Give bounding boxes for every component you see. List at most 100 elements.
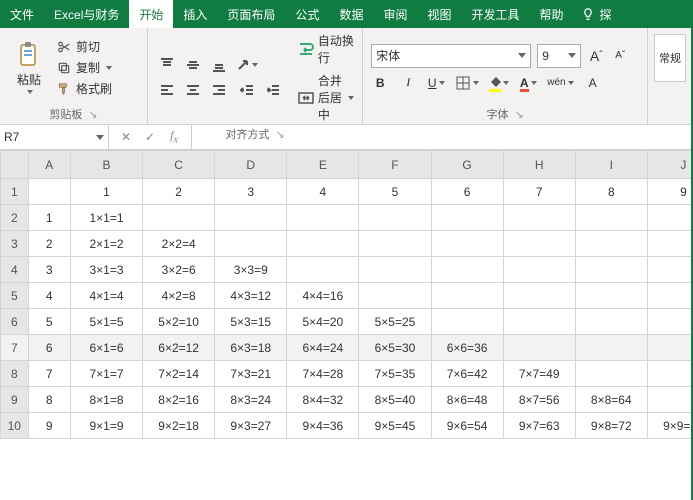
format-painter-button[interactable]: 格式刷 bbox=[56, 80, 112, 97]
col-header[interactable]: J bbox=[647, 151, 693, 179]
phonetic-button[interactable]: wén bbox=[547, 74, 573, 92]
cell[interactable]: 8 bbox=[28, 387, 70, 413]
col-header[interactable]: B bbox=[70, 151, 142, 179]
cell[interactable]: 7×3=21 bbox=[215, 361, 287, 387]
cell[interactable] bbox=[287, 205, 359, 231]
cell[interactable] bbox=[359, 283, 431, 309]
cell[interactable]: 3×1=3 bbox=[70, 257, 142, 283]
dialog-launcher-icon[interactable]: ↘ bbox=[88, 108, 97, 121]
menu-file[interactable]: 文件 bbox=[0, 0, 44, 28]
wrap-text-button[interactable]: 自动换行 bbox=[298, 32, 354, 66]
cell[interactable] bbox=[647, 335, 693, 361]
cell[interactable]: 5×5=25 bbox=[359, 309, 431, 335]
row-header[interactable]: 6 bbox=[1, 309, 29, 335]
cell[interactable]: 1×1=1 bbox=[70, 205, 142, 231]
col-header[interactable]: G bbox=[431, 151, 503, 179]
cell[interactable]: 6×3=18 bbox=[215, 335, 287, 361]
cell[interactable]: 1 bbox=[28, 205, 70, 231]
cell[interactable] bbox=[215, 231, 287, 257]
cell[interactable]: 8 bbox=[575, 179, 647, 205]
row-header[interactable]: 4 bbox=[1, 257, 29, 283]
font-size-combo[interactable]: 9 bbox=[537, 44, 581, 68]
menu-review[interactable]: 审阅 bbox=[373, 0, 417, 28]
align-bottom-button[interactable] bbox=[208, 54, 230, 76]
bold-button[interactable]: B bbox=[371, 74, 389, 92]
cell[interactable] bbox=[647, 231, 693, 257]
tell-me[interactable]: 探 bbox=[574, 0, 618, 28]
increase-indent-button[interactable] bbox=[262, 80, 284, 102]
cell[interactable]: 8×8=64 bbox=[575, 387, 647, 413]
row-header[interactable]: 1 bbox=[1, 179, 29, 205]
cell[interactable] bbox=[647, 283, 693, 309]
cell[interactable]: 9 bbox=[28, 413, 70, 439]
cell[interactable] bbox=[143, 205, 215, 231]
cell[interactable] bbox=[647, 361, 693, 387]
cell[interactable]: 7×4=28 bbox=[287, 361, 359, 387]
cell[interactable]: 5×4=20 bbox=[287, 309, 359, 335]
cell[interactable] bbox=[575, 231, 647, 257]
cell[interactable]: 8×4=32 bbox=[287, 387, 359, 413]
col-header[interactable]: F bbox=[359, 151, 431, 179]
paste-button[interactable]: 粘贴 bbox=[8, 41, 50, 94]
cell[interactable]: 3×2=6 bbox=[143, 257, 215, 283]
enter-formula-button[interactable]: ✓ bbox=[141, 130, 159, 144]
border-button[interactable] bbox=[455, 74, 479, 92]
cell[interactable]: 3 bbox=[215, 179, 287, 205]
menu-excel-finance[interactable]: Excel与财务 bbox=[44, 0, 129, 28]
cell[interactable] bbox=[575, 361, 647, 387]
cell[interactable] bbox=[359, 231, 431, 257]
cell[interactable]: 3×3=9 bbox=[215, 257, 287, 283]
font-name-combo[interactable]: 宋体 bbox=[371, 44, 531, 68]
cell[interactable]: 2×2=4 bbox=[143, 231, 215, 257]
menu-dev-tools[interactable]: 开发工具 bbox=[461, 0, 529, 28]
decrease-font-button[interactable]: Aˇ bbox=[611, 47, 629, 65]
menu-insert[interactable]: 插入 bbox=[173, 0, 217, 28]
col-header[interactable]: I bbox=[575, 151, 647, 179]
row-header[interactable]: 9 bbox=[1, 387, 29, 413]
menu-page-layout[interactable]: 页面布局 bbox=[217, 0, 285, 28]
menu-help[interactable]: 帮助 bbox=[530, 0, 574, 28]
cell[interactable]: 5×2=10 bbox=[143, 309, 215, 335]
align-center-button[interactable] bbox=[182, 80, 204, 102]
cell[interactable] bbox=[431, 231, 503, 257]
decrease-indent-button[interactable] bbox=[236, 80, 258, 102]
cell[interactable]: 9×7=63 bbox=[503, 413, 575, 439]
cell[interactable]: 7 bbox=[503, 179, 575, 205]
cell[interactable]: 4 bbox=[287, 179, 359, 205]
row-header[interactable]: 5 bbox=[1, 283, 29, 309]
cell[interactable]: 5 bbox=[28, 309, 70, 335]
name-box[interactable]: R7 bbox=[0, 125, 109, 149]
row-header[interactable]: 3 bbox=[1, 231, 29, 257]
italic-button[interactable]: I bbox=[399, 74, 417, 92]
cell[interactable]: 5 bbox=[359, 179, 431, 205]
align-middle-button[interactable] bbox=[182, 54, 204, 76]
cell[interactable]: 6×2=12 bbox=[143, 335, 215, 361]
cancel-formula-button[interactable]: ✕ bbox=[117, 130, 135, 144]
cell[interactable]: 7×7=49 bbox=[503, 361, 575, 387]
menu-view[interactable]: 视图 bbox=[417, 0, 461, 28]
col-header[interactable]: A bbox=[28, 151, 70, 179]
row-header[interactable]: 7 bbox=[1, 335, 29, 361]
menu-formulas[interactable]: 公式 bbox=[285, 0, 329, 28]
col-header[interactable]: E bbox=[287, 151, 359, 179]
row-header[interactable]: 2 bbox=[1, 205, 29, 231]
cell[interactable]: 9×9=81 bbox=[647, 413, 693, 439]
cell[interactable]: 9×1=9 bbox=[70, 413, 142, 439]
cell[interactable]: 6 bbox=[431, 179, 503, 205]
cell[interactable] bbox=[647, 387, 693, 413]
cell[interactable]: 8×2=16 bbox=[143, 387, 215, 413]
style-normal-button[interactable]: 常规 bbox=[654, 34, 686, 82]
cell[interactable]: 3 bbox=[28, 257, 70, 283]
cell[interactable]: 9×8=72 bbox=[575, 413, 647, 439]
row-header[interactable]: 8 bbox=[1, 361, 29, 387]
spreadsheet-grid[interactable]: A B C D E F G H I J 1123456789211×1=1322… bbox=[0, 150, 693, 439]
cell[interactable]: 9×5=45 bbox=[359, 413, 431, 439]
cell[interactable]: 6×6=36 bbox=[431, 335, 503, 361]
align-left-button[interactable] bbox=[156, 80, 178, 102]
cell[interactable]: 7×2=14 bbox=[143, 361, 215, 387]
cell[interactable] bbox=[431, 309, 503, 335]
fill-color-button[interactable] bbox=[489, 74, 509, 92]
cell[interactable] bbox=[503, 257, 575, 283]
cell[interactable]: 9×2=18 bbox=[143, 413, 215, 439]
cell[interactable]: 1 bbox=[70, 179, 142, 205]
